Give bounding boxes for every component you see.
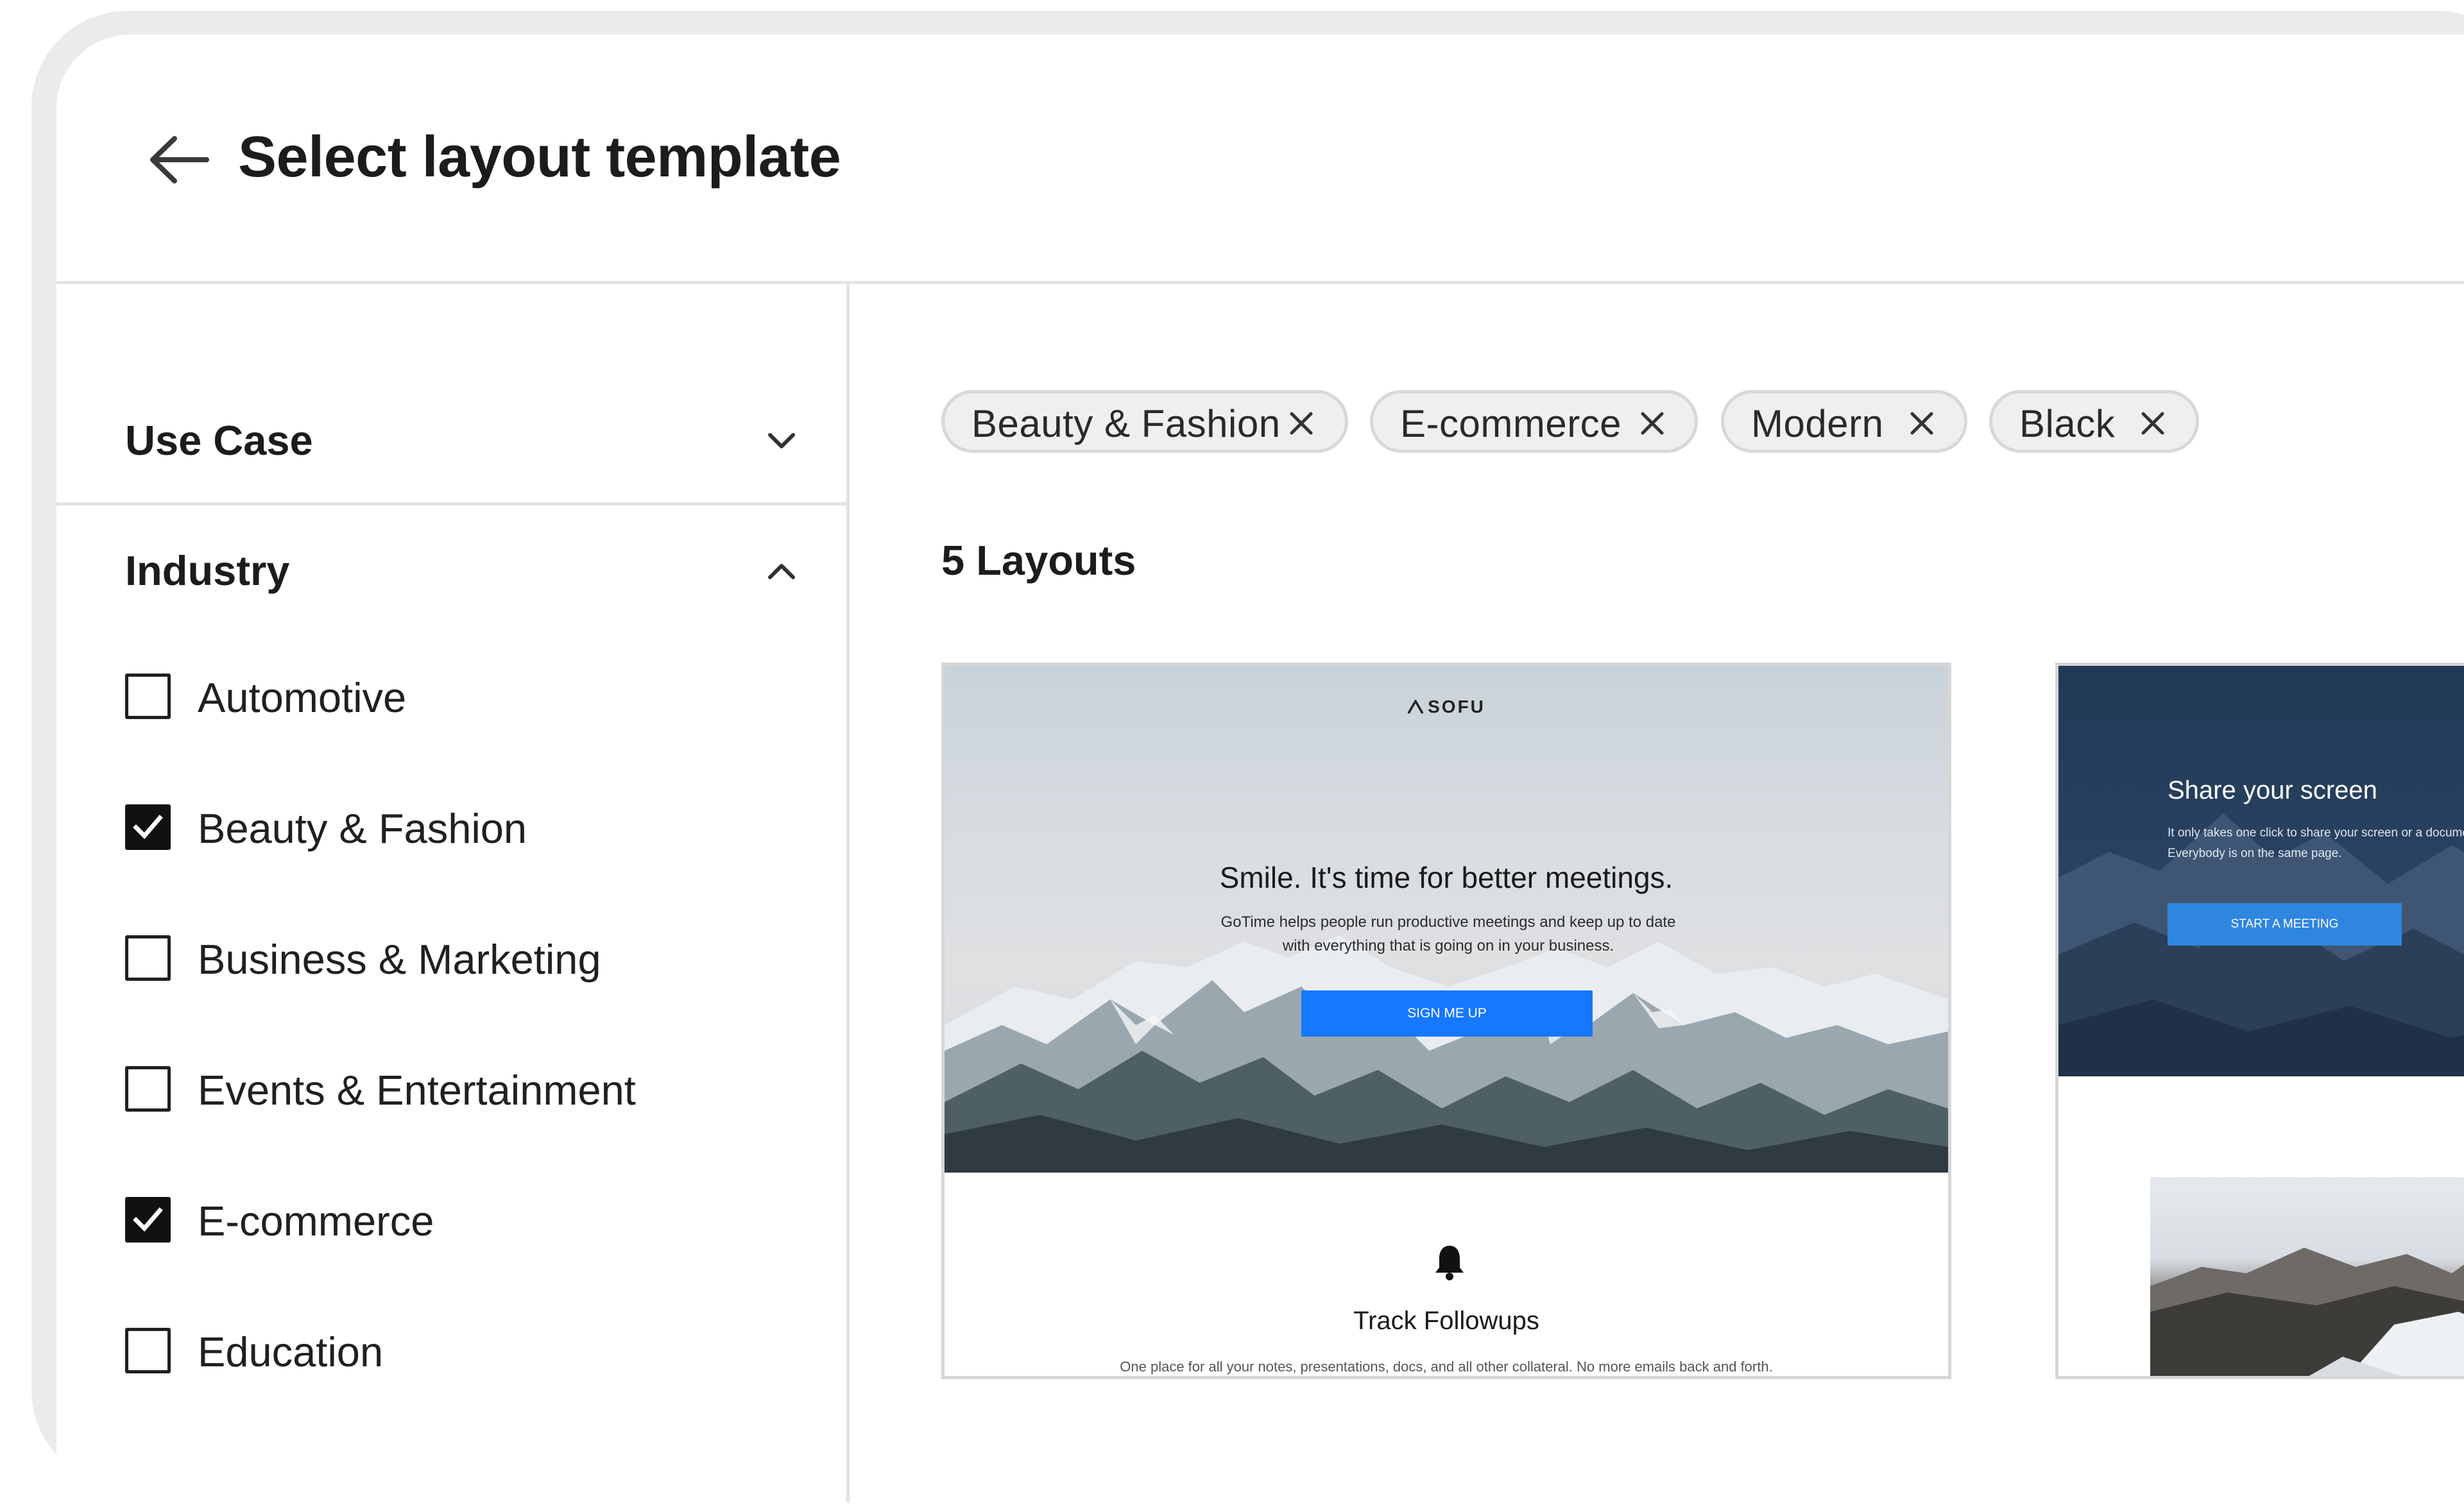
template-hero-text: It only takes one click to share your sc… <box>2168 826 2464 861</box>
close-icon[interactable] <box>1909 411 1935 436</box>
industry-option-events-entertainment[interactable]: Events & Entertainment <box>125 1066 799 1117</box>
chip-label: Modern <box>1751 402 1884 445</box>
chevron-down-icon[interactable] <box>762 428 801 454</box>
checkbox[interactable] <box>125 1066 171 1112</box>
results-panel: Beauty & Fashion E-commerce Modern Black… <box>850 284 2464 1503</box>
industry-option-automotive[interactable]: Automotive <box>125 674 799 725</box>
use-case-section[interactable]: Use Case <box>56 284 846 505</box>
mountain-illustration <box>2058 813 2464 1076</box>
logo-text: SOFU <box>1428 697 1485 717</box>
option-label: Events & Entertainment <box>198 1067 636 1114</box>
app-window: Select layout template Use Case Industry… <box>56 35 2464 1510</box>
option-label: E-commerce <box>198 1198 434 1244</box>
filter-chip-beauty-fashion[interactable]: Beauty & Fashion <box>941 390 1348 453</box>
template-hero-image: SOFU Smile. It's time for better meeting… <box>945 666 1948 1173</box>
checkbox[interactable] <box>125 935 171 981</box>
page-header: Select layout template <box>56 35 2464 284</box>
checkmark-icon <box>133 1207 163 1232</box>
chip-label: E-commerce <box>1400 402 1622 445</box>
landscape-photo <box>2150 1177 2464 1376</box>
template-hero-title: Share your screen <box>2168 776 2377 804</box>
industry-option-business-marketing[interactable]: Business & Marketing <box>125 935 799 987</box>
close-icon[interactable] <box>1639 411 1665 436</box>
checkbox[interactable] <box>125 1328 171 1373</box>
chip-label: Black <box>2019 402 2116 445</box>
brand-logo: SOFU <box>945 697 1948 717</box>
filter-chip-ecommerce[interactable]: E-commerce <box>1370 390 1698 453</box>
filter-sidebar: Use Case Industry Automotive Beauty & Fa… <box>56 284 850 1503</box>
close-icon[interactable] <box>2140 411 2166 436</box>
checkmark-icon <box>133 815 163 840</box>
sign-me-up-button: SIGN ME UP <box>1301 990 1593 1037</box>
filter-chip-modern[interactable]: Modern <box>1721 390 1967 453</box>
template-hero-image: Share your screen It only takes one clic… <box>2058 666 2464 1076</box>
checkbox-checked[interactable] <box>125 804 171 850</box>
arrow-left-icon[interactable] <box>148 131 212 189</box>
feature-title: Track Followups <box>1353 1307 1539 1335</box>
industry-option-beauty-fashion[interactable]: Beauty & Fashion <box>125 804 799 856</box>
template-hero-title: Smile. It's time for better meetings. <box>1219 861 1673 894</box>
results-count: 5 Layouts <box>941 537 1136 584</box>
use-case-title: Use Case <box>125 417 313 464</box>
option-label: Automotive <box>198 674 407 721</box>
landscape-illustration <box>2150 1248 2464 1376</box>
template-card[interactable]: SOFU Smile. It's time for better meeting… <box>941 663 1951 1379</box>
close-icon[interactable] <box>1288 411 1314 436</box>
start-meeting-button: START A MEETING <box>2168 903 2402 946</box>
industry-option-ecommerce[interactable]: E-commerce <box>125 1197 799 1248</box>
chip-label: Beauty & Fashion <box>971 402 1281 445</box>
industry-title[interactable]: Industry <box>125 546 289 596</box>
checkbox[interactable] <box>125 674 171 719</box>
filter-chip-black[interactable]: Black <box>1989 390 2199 453</box>
option-label: Beauty & Fashion <box>198 805 527 852</box>
logo-mark-icon <box>1407 700 1424 714</box>
template-hero-text: GoTime helps people run productive meeti… <box>1220 913 1676 955</box>
industry-option-education[interactable]: Education <box>125 1328 799 1379</box>
template-card[interactable]: Share your screen It only takes one clic… <box>2055 663 2464 1379</box>
option-label: Education <box>198 1328 384 1375</box>
option-label: Business & Marketing <box>198 936 601 983</box>
feature-text: One place for all your notes, presentati… <box>1120 1359 1773 1375</box>
page-title: Select layout template <box>238 125 841 189</box>
bell-icon <box>1435 1246 1464 1280</box>
checkbox-checked[interactable] <box>125 1197 171 1243</box>
chevron-up-icon[interactable] <box>762 558 801 584</box>
